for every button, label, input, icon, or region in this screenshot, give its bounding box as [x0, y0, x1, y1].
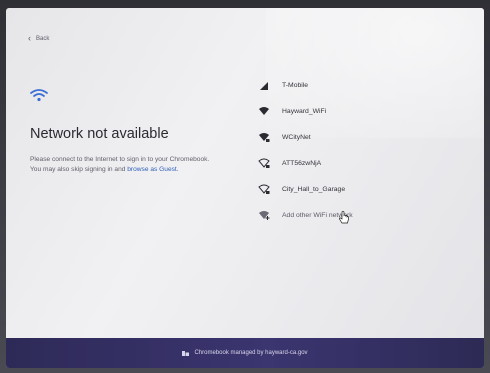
description-line-1: Please connect to the Internet to sign i… [30, 156, 210, 163]
wifi-add-icon [259, 211, 270, 220]
network-label: City_Hall_to_Garage [282, 185, 346, 193]
add-wifi-network-button[interactable]: Add other WiFi network [258, 202, 458, 228]
hand-cursor-icon [339, 211, 349, 224]
browse-as-guest-link[interactable]: browse as Guest. [127, 166, 178, 173]
network-item-t-mobile[interactable]: T-Mobile [258, 72, 458, 98]
network-item-att56zwnja[interactable]: ATT56zwNjA [258, 150, 458, 176]
description-line-2: You may also skip signing in and [30, 166, 128, 174]
network-item-city-hall-to-garage[interactable]: City_Hall_to_Garage [258, 176, 458, 202]
network-item-hayward-wifi[interactable]: Hayward_WiFi [258, 98, 458, 124]
managed-text: Chromebook managed by hayward-ca.gov [194, 350, 308, 356]
network-label: WCityNet [282, 133, 311, 141]
enterprise-footer: Chromebook managed by hayward-ca.gov [6, 338, 484, 368]
managed-notice: Chromebook managed by hayward-ca.gov [182, 350, 308, 356]
building-icon [182, 351, 190, 356]
network-label: ATT56zwNjA [282, 159, 322, 167]
page-title: Network not available [30, 126, 169, 142]
network-list: T-Mobile Hayward_WiFi WCityNet ATT56zwNj… [258, 72, 458, 228]
network-label: T-Mobile [282, 81, 309, 89]
wifi-icon [30, 89, 48, 102]
network-label: Hayward_WiFi [282, 107, 327, 115]
cellular-signal-icon [260, 82, 268, 90]
description: Please connect to the Internet to sign i… [30, 155, 230, 175]
wifi-secured-icon [259, 133, 270, 142]
wifi-full-icon [259, 107, 269, 115]
back-button[interactable]: ‹ Back [28, 34, 49, 43]
back-label: Back [36, 35, 50, 42]
wifi-weak-secured-icon [258, 158, 270, 168]
wifi-weak-secured-icon [258, 184, 270, 194]
network-item-wcitynet[interactable]: WCityNet [258, 124, 458, 150]
chromebook-screen: ‹ Back Network not available Please conn… [6, 8, 484, 368]
chevron-left-icon: ‹ [28, 33, 31, 43]
